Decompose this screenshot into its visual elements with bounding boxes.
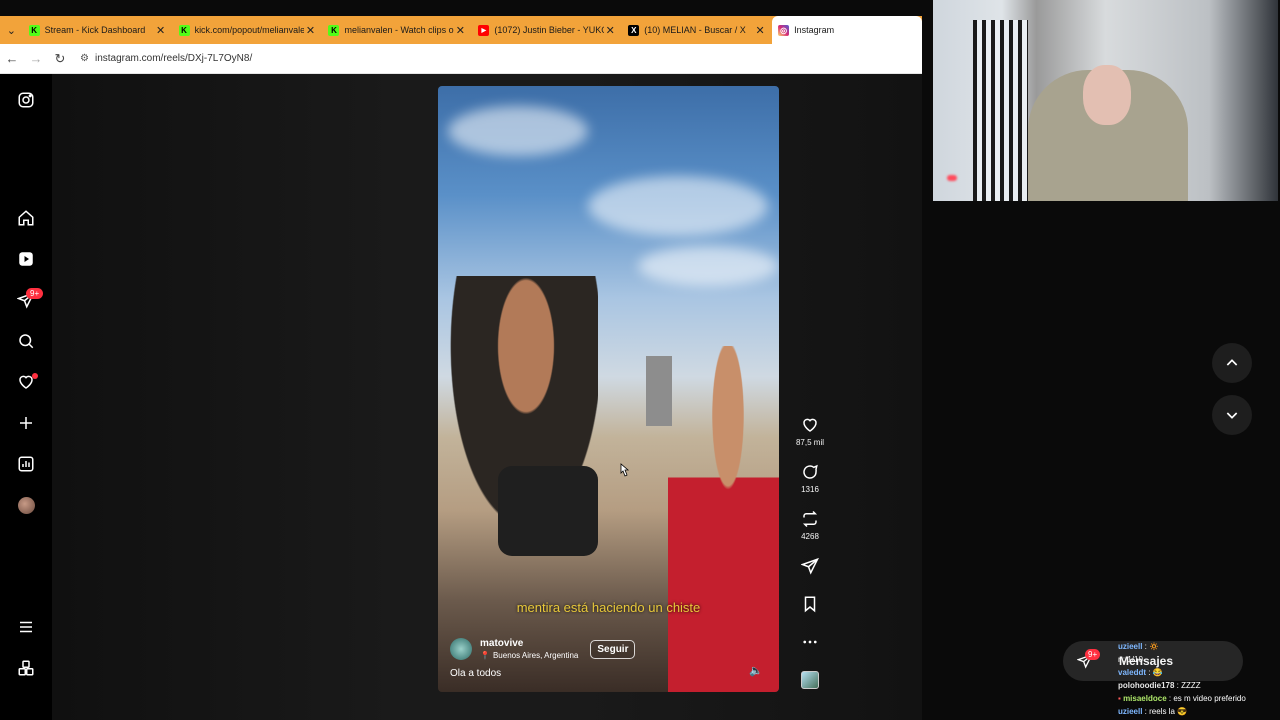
comment-icon[interactable] <box>801 463 819 481</box>
back-icon[interactable]: ← <box>0 51 24 66</box>
tab-close-icon[interactable]: ✕ <box>604 24 616 37</box>
comment-count: 1316 <box>801 485 819 494</box>
chat-line: ▪ misaeldoce : es m video preferido <box>1118 694 1246 703</box>
webcam-overlay <box>933 0 1278 201</box>
author-name[interactable]: matovive <box>480 638 578 649</box>
chat-line: uzieell : reels la 😎 <box>1118 707 1188 716</box>
more-options-icon[interactable] <box>801 633 819 651</box>
next-reel-button[interactable] <box>1212 395 1252 435</box>
tab-title: Instagram <box>794 25 835 35</box>
site-settings-icon[interactable]: ⚙ <box>80 53 89 64</box>
url-field[interactable]: ⚙ instagram.com/reels/DXj-7L7OyN8/ <box>80 53 252 64</box>
tab-title: (1072) Justin Bieber - YUKON ( <box>494 25 604 35</box>
browser-tab[interactable]: K kick.com/popout/melianvalen/ ✕ <box>173 16 323 44</box>
x-favicon-icon: X <box>628 24 640 36</box>
browser-tab[interactable]: K melianvalen - Watch clips on K ✕ <box>322 16 472 44</box>
stream-chat: uzieell : 🔅 r : 1/10 valeddt : 😂 polohoo… <box>1118 640 1280 718</box>
like-action[interactable]: 87,5 mil <box>792 416 828 447</box>
save-action[interactable] <box>792 595 828 613</box>
chat-line: valeddt : 😂 <box>1118 668 1163 677</box>
backpack <box>498 466 598 556</box>
volume-icon[interactable]: 🔈 <box>749 664 763 677</box>
reel-author-row: matovive 📍 Buenos Aires, Argentina Segui… <box>450 638 636 660</box>
cloud <box>588 176 768 236</box>
reload-icon[interactable]: ↻ <box>48 51 72 67</box>
follow-button[interactable]: Seguir <box>590 639 636 659</box>
share-icon[interactable] <box>801 557 819 575</box>
browser-tab-active[interactable]: ◎ Instagram <box>772 16 923 44</box>
url-text: instagram.com/reels/DXj-7L7OyN8/ <box>94 53 253 64</box>
reel-video[interactable]: mentira está haciendo un chiste matovive… <box>438 86 779 692</box>
repost-action[interactable]: 4268 <box>792 510 828 541</box>
browser-tab[interactable]: K Stream - Kick Dashboard ✕ <box>23 16 173 44</box>
tab-title: (10) MELIAN - Buscar / X <box>644 25 746 35</box>
instagram-sidebar <box>0 74 52 720</box>
repost-count: 4268 <box>801 532 819 541</box>
profile-avatar[interactable] <box>18 497 35 514</box>
cloud <box>638 246 778 286</box>
chevron-down-icon <box>1226 412 1238 419</box>
tab-list-chevron-icon[interactable]: ⌄ <box>0 16 23 44</box>
location-pin-icon: 📍 <box>480 651 490 660</box>
forward-icon[interactable]: → <box>24 51 48 66</box>
reel-caption[interactable]: Ola a todos <box>450 668 501 679</box>
audio-thumbnail[interactable] <box>801 671 819 689</box>
streamer-head <box>1083 65 1131 125</box>
author-avatar[interactable] <box>450 638 472 660</box>
browser-tab[interactable]: ▶ (1072) Justin Bieber - YUKON ( ✕ <box>472 16 622 44</box>
kick-favicon-icon: K <box>178 24 190 36</box>
chat-line: uzieell : 🔅 <box>1118 642 1160 651</box>
reels-icon[interactable] <box>16 249 36 269</box>
chat-line: r : 1/10 <box>1118 655 1143 664</box>
more-action[interactable] <box>792 633 828 651</box>
tab-close-icon[interactable]: ✕ <box>754 24 766 37</box>
tab-title: Stream - Kick Dashboard <box>44 25 146 35</box>
location-text: Buenos Aires, Argentina <box>492 651 579 660</box>
heart-icon[interactable] <box>801 416 819 434</box>
browser-tab[interactable]: X (10) MELIAN - Buscar / X ✕ <box>622 16 772 44</box>
chevron-up-icon <box>1226 359 1238 366</box>
webcam-window-bars <box>973 20 1028 201</box>
share-action[interactable] <box>792 557 828 575</box>
webcam-red-light <box>947 175 957 181</box>
mouse-cursor-icon <box>620 463 630 477</box>
home-icon[interactable] <box>16 208 36 228</box>
messages-pill-badge: 9+ <box>1085 649 1101 660</box>
menu-icon[interactable] <box>16 617 36 637</box>
tab-title: melianvalen - Watch clips on K <box>344 25 454 35</box>
instagram-favicon-icon: ◎ <box>778 24 790 36</box>
chat-line: polohoodie178 : ZZZZ <box>1118 681 1201 690</box>
kick-favicon-icon: K <box>28 24 40 36</box>
tab-close-icon[interactable]: ✕ <box>454 24 466 37</box>
youtube-favicon-icon: ▶ <box>478 24 490 36</box>
repost-icon[interactable] <box>801 510 819 528</box>
tab-close-icon[interactable]: ✕ <box>304 24 316 37</box>
dashboard-icon[interactable] <box>16 454 36 474</box>
messages-badge: 9+ <box>26 288 44 299</box>
kick-favicon-icon: K <box>328 24 340 36</box>
previous-reel-button[interactable] <box>1212 343 1252 383</box>
person-right <box>668 346 779 692</box>
cloud <box>448 106 588 156</box>
video-subtitle: mentira está haciendo un chiste <box>516 600 701 615</box>
tab-close-icon[interactable]: ✕ <box>155 24 167 37</box>
browser-tab-bar: ⌄ K Stream - Kick Dashboard ✕ K kick.com… <box>0 16 923 44</box>
bookmark-icon[interactable] <box>801 595 819 613</box>
instagram-logo-icon[interactable] <box>16 90 36 110</box>
notification-dot <box>32 373 38 379</box>
also-from-meta-icon[interactable] <box>16 658 36 678</box>
search-icon[interactable] <box>16 331 36 351</box>
create-plus-icon[interactable] <box>16 413 36 433</box>
comment-action[interactable]: 1316 <box>792 463 828 494</box>
like-count: 87,5 mil <box>795 438 824 447</box>
tab-title: kick.com/popout/melianvalen/ <box>194 25 305 35</box>
address-bar: ← → ↻ ⚙ instagram.com/reels/DXj-7L7OyN8/ <box>0 44 922 74</box>
author-location[interactable]: 📍 Buenos Aires, Argentina <box>480 651 578 660</box>
screen: ⌄ K Stream - Kick Dashboard ✕ K kick.com… <box>0 0 1280 720</box>
